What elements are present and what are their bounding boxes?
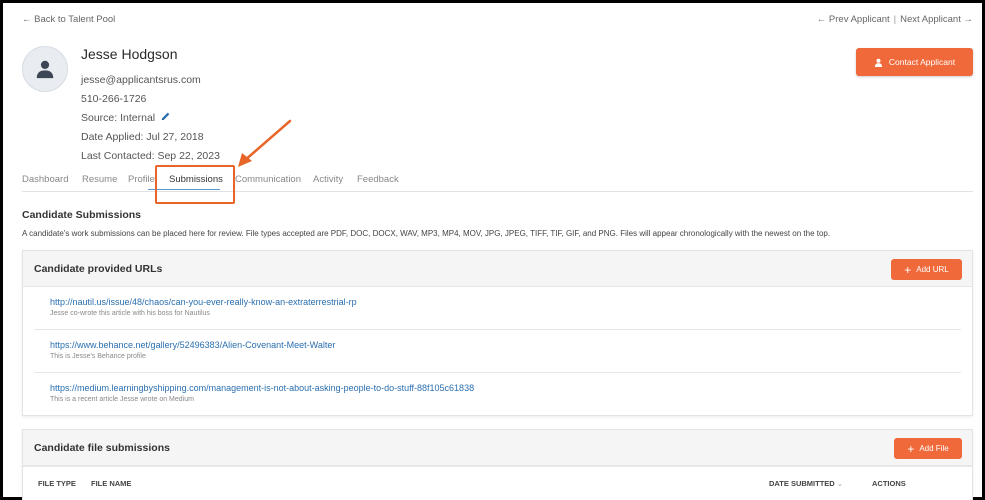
url-link[interactable]: https://medium.learningbyshipping.com/ma… — [50, 383, 474, 393]
applicant-email: jesse@applicantsrus.com — [81, 74, 201, 86]
pencil-icon[interactable] — [160, 111, 171, 122]
column-file-type: FILE TYPE — [38, 479, 76, 488]
add-url-label: Add URL — [916, 265, 949, 274]
annotation-highlight-box — [155, 165, 235, 204]
back-to-talent-pool-link[interactable]: ← Back to Talent Pool — [22, 14, 115, 25]
applicant-phone: 510-266-1726 — [81, 93, 147, 105]
url-note: This is Jesse's Behance profile — [50, 353, 146, 360]
url-link[interactable]: http://nautil.us/issue/48/chaos/can-you-… — [50, 297, 357, 307]
applicant-profile: Jesse Hodgson jesse@applicantsrus.com 51… — [81, 46, 220, 168]
date-applied: Date Applied: Jul 27, 2018 — [81, 131, 204, 143]
applicant-pager: ← Prev Applicant | Next Applicant → — [817, 14, 973, 25]
pager-separator: | — [893, 14, 897, 25]
user-icon — [36, 60, 54, 79]
url-link[interactable]: https://www.behance.net/gallery/52496383… — [50, 340, 335, 350]
column-actions: ACTIONS — [872, 479, 906, 488]
files-table-header: FILE TYPE FILE NAME DATE SUBMITTED ⌄ ACTI… — [23, 466, 972, 498]
tab-profile[interactable]: Profile — [128, 174, 155, 185]
avatar — [22, 46, 68, 92]
column-file-name: FILE NAME — [91, 479, 132, 488]
add-file-button[interactable]: + Add File — [894, 438, 962, 459]
candidate-files-card: Candidate file submissions + Add File FI… — [22, 429, 973, 500]
url-note: This is a recent article Jesse wrote on … — [50, 396, 194, 403]
tab-feedback[interactable]: Feedback — [357, 174, 399, 185]
tab-activity[interactable]: Activity — [313, 174, 343, 185]
url-note: Jesse co-wrote this article with his bos… — [50, 310, 210, 317]
date-submitted-label: DATE SUBMITTED — [769, 479, 835, 488]
candidate-submissions-description: A candidate's work submissions can be pl… — [22, 229, 831, 238]
next-applicant-link[interactable]: Next Applicant → — [900, 14, 973, 25]
contact-applicant-label: Contact Applicant — [888, 57, 956, 67]
contact-applicant-button[interactable]: Contact Applicant — [856, 48, 973, 76]
add-file-label: Add File — [919, 444, 949, 453]
applicant-source: Source: Internal — [81, 111, 220, 130]
tab-resume[interactable]: Resume — [82, 174, 117, 185]
chevron-down-icon: ⌄ — [836, 479, 843, 488]
list-item: https://www.behance.net/gallery/52496383… — [34, 330, 961, 373]
add-url-button[interactable]: + Add URL — [891, 259, 962, 280]
plus-icon: + — [907, 441, 915, 456]
candidate-urls-header: Candidate provided URLs + Add URL — [23, 251, 972, 287]
tab-communication[interactable]: Communication — [235, 174, 301, 185]
candidate-urls-card: Candidate provided URLs + Add URL http:/… — [22, 250, 973, 416]
source-text: Source: Internal — [81, 112, 156, 124]
candidate-submissions-title: Candidate Submissions — [22, 209, 142, 221]
applicant-name: Jesse Hodgson — [81, 46, 178, 62]
top-nav: ← Back to Talent Pool ← Prev Applicant | N… — [22, 14, 973, 28]
prev-applicant-link[interactable]: ← Prev Applicant — [817, 14, 890, 25]
list-item: http://nautil.us/issue/48/chaos/can-you-… — [34, 287, 961, 330]
candidate-files-header: Candidate file submissions + Add File — [23, 430, 972, 466]
column-date-submitted[interactable]: DATE SUBMITTED ⌄ — [769, 479, 843, 488]
candidate-files-title: Candidate file submissions — [34, 442, 170, 454]
annotation-arrow-icon — [238, 119, 292, 167]
plus-icon: + — [904, 262, 912, 277]
tab-dashboard[interactable]: Dashboard — [22, 174, 68, 185]
list-item: https://medium.learningbyshipping.com/ma… — [34, 373, 961, 416]
candidate-urls-title: Candidate provided URLs — [34, 263, 163, 275]
person-icon — [874, 58, 883, 67]
